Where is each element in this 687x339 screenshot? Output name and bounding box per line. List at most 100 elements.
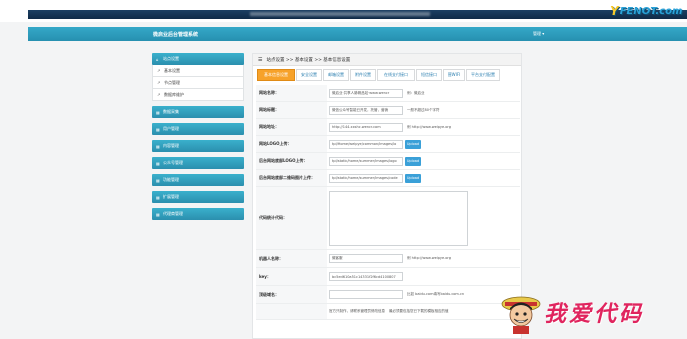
grid-icon: ▦ [156, 160, 160, 166]
sidebar-item[interactable]: ▦ 用户管理 [152, 123, 244, 135]
grid-icon: ▦ [156, 194, 160, 200]
logo-mark-icon: Y [610, 4, 619, 18]
site-name-hint: 例：微启业 [407, 90, 425, 95]
sidebar-item-label: 功能管理 [163, 177, 179, 182]
sidebar-item-label: 扩展管理 [163, 194, 179, 199]
sidebar-item-label: 代理商管理 [163, 211, 183, 216]
site-logo[interactable]: Y FENOT.com [610, 3, 687, 19]
breadcrumb-text: 站点设置 >> 基本设置 >> 基本信息设置 [266, 57, 351, 63]
site-name-label: 网站名称： [256, 85, 327, 101]
watermark-text: 我爱代码 [544, 301, 645, 327]
sidebar-item[interactable]: ▦ 公众号管理 [152, 157, 244, 169]
top-domain-label: 顶级域名： [256, 286, 327, 303]
grid-icon: ▦ [156, 177, 160, 183]
row-site-name: 网站名称： 微启业·共享人脉精品站·www.wencr 例：微启业 [256, 85, 520, 102]
app-title: 微启业后台管理系统 [153, 32, 199, 38]
app-header: 微启业后台管理系统 管理 ▾ [28, 27, 687, 41]
row-backend-logo: 后台网站底部LOGO上传： tpl/static/home/summer/ima… [256, 153, 520, 170]
site-logo-label: 网站LOGO上传： [256, 136, 327, 152]
tab[interactable]: 安全设置 [296, 69, 322, 81]
site-title-hint: 一般不超过80个字符 [407, 107, 440, 112]
grid-icon: ▦ [156, 109, 160, 115]
sidebar-item[interactable]: ▦ 内容管理 [152, 140, 244, 152]
sidebar-item[interactable]: ▦ 数据采集 [152, 106, 244, 118]
qrcode-upload-button[interactable]: Upload [405, 173, 421, 183]
row-key: key： bc5ed610a51c14331f2f6cd4100807 [256, 268, 520, 286]
breadcrumb: ☰ 站点设置 >> 基本设置 >> 基本信息设置 [253, 54, 521, 66]
user-menu[interactable]: 管理 ▾ [533, 31, 544, 37]
list-icon: ☰ [258, 56, 263, 63]
robot-name-hint: 例 http://www.weipye.org [407, 256, 452, 260]
robot-name-label: 机器人名称： [256, 250, 327, 267]
sidebar-item-label: 站点设置 [163, 56, 179, 61]
sidebar-item-label: 节点管理 [164, 79, 180, 85]
key-input[interactable]: bc5ed610a51c14331f2f6cd4100807 [329, 272, 403, 281]
sidebar-item[interactable]: ↗ 基本设置 [152, 65, 244, 77]
grid-icon: ▦ [156, 211, 160, 217]
tab[interactable]: 营WIFI [443, 69, 465, 81]
qrcode-input[interactable]: tpl/static/home/summer/images/code [329, 173, 403, 183]
settings-form: 网站名称： 微启业·共享人脉精品站·www.wencr 例：微启业 网站标题： … [256, 85, 520, 320]
footer-note-text: 官方只制作，请联系管理员修改信息 [329, 309, 385, 313]
site-logo-upload-button[interactable]: Upload [405, 139, 421, 149]
sidebar-item-label: 内容管理 [163, 143, 179, 148]
sidebar-item-label: 公众号管理 [163, 160, 183, 165]
top-bar: Y FENOT.com [0, 0, 687, 22]
backend-logo-label: 后台网站底部LOGO上传： [256, 153, 327, 169]
sidebar-item[interactable]: ↗ 数据库维护 [152, 89, 244, 101]
sidebar-item-label: 用户管理 [163, 126, 179, 131]
tab[interactable]: 短信接口 [416, 69, 442, 81]
tab[interactable]: 平台支付配置 [466, 69, 500, 81]
row-stats-code: 代码统计代码： [256, 187, 520, 250]
site-url-label: 网站地址： [256, 119, 327, 135]
sidebar-item-label: 数据库维护 [164, 91, 184, 97]
row-site-title: 网站标题： 微信公众号智能已开发，托管，营销 一般不超过80个字符 [256, 102, 520, 119]
pirate-mascot-icon [501, 296, 541, 334]
row-qrcode: 后台网站底部二维码图片上传： tpl/static/home/summer/im… [256, 170, 520, 187]
qrcode-label: 后台网站底部二维码图片上传： [256, 170, 327, 186]
row-site-logo: 网站LOGO上传： tpl/Home/weipye/common/images/… [256, 136, 520, 153]
stats-code-label: 代码统计代码： [256, 187, 327, 249]
top-domain-hint: 比如 baidu.com填写baidu.com.cn [407, 292, 465, 296]
sidebar-item[interactable]: ⌂ 站点设置 [152, 53, 244, 65]
settings-tabs: 基本信息设置 安全设置 邮箱设置 附件设置 在线支付接口 短信接口 营WIFI 平台支付配置 [257, 69, 501, 81]
tab[interactable]: 基本信息设置 [257, 69, 295, 81]
grid-icon: ▦ [156, 126, 160, 132]
logo-text: FENOT.com [619, 5, 683, 17]
row-top-domain: 顶级域名： 比如 baidu.com填写baidu.com.cn [256, 286, 520, 304]
backend-logo-input[interactable]: tpl/static/home/summer/images/logo [329, 156, 403, 166]
home-icon: ⌂ [156, 56, 159, 62]
footer-note-hint: 最必须要包括您已下载的模板相应的值 [389, 309, 449, 313]
site-url-hint: 例 http://www.weipye.org [407, 124, 452, 129]
robot-name-input[interactable]: 微客服 [329, 254, 403, 263]
arrow-icon: ↗ [157, 68, 161, 73]
arrow-icon: ↗ [157, 80, 161, 85]
stats-code-textarea[interactable] [329, 190, 468, 246]
main-panel: ☰ 站点设置 >> 基本设置 >> 基本信息设置 基本信息设置 安全设置 邮箱设置附… [252, 53, 522, 339]
sidebar-item[interactable]: ▦ 扩展管理 [152, 191, 244, 203]
row-site-url: 网站地址： http://144.xxshc.wencr.com 例 http:… [256, 119, 520, 136]
arrow-icon: ↗ [157, 92, 161, 97]
footer-note-label [256, 304, 327, 319]
tab[interactable]: 附件设置 [350, 69, 376, 81]
site-title-input[interactable]: 微信公众号智能已开发，托管，营销 [329, 105, 403, 115]
sidebar-nav: ⌂ 站点设置 ↗ 基本设置 ↗ 节点管理 ↗ 数据库维护 ▦ 数据采集 ▦ 用户管理 ▦ 内容管理 ▦ 公众号… [152, 53, 244, 220]
row-robot-name: 机器人名称： 微客服 例 http://www.weipye.org [256, 250, 520, 268]
site-name-input[interactable]: 微启业·共享人脉精品站·www.wencr [329, 88, 403, 98]
watermark: 我爱代码 [500, 290, 687, 339]
top-domain-input[interactable] [329, 290, 403, 299]
key-label: key： [256, 268, 327, 285]
sidebar-item[interactable]: ↗ 节点管理 [152, 77, 244, 89]
top-banner-blurred-text [250, 12, 430, 16]
site-url-input[interactable]: http://144.xxshc.wencr.com [329, 122, 403, 132]
sidebar-item[interactable]: ▦ 代理商管理 [152, 208, 244, 220]
sidebar-item[interactable]: ▦ 功能管理 [152, 174, 244, 186]
grid-icon: ▦ [156, 143, 160, 149]
backend-logo-upload-button[interactable]: Upload [405, 156, 421, 166]
sidebar-item-label: 基本设置 [164, 67, 180, 73]
tab[interactable]: 在线支付接口 [377, 69, 415, 81]
sidebar-item-label: 数据采集 [163, 109, 179, 114]
site-logo-input[interactable]: tpl/Home/weipye/common/images/lo [329, 139, 403, 149]
tab[interactable]: 邮箱设置 [323, 69, 349, 81]
row-footer-note: 官方只制作，请联系管理员修改信息 最必须要包括您已下载的模板相应的值 [256, 304, 520, 320]
